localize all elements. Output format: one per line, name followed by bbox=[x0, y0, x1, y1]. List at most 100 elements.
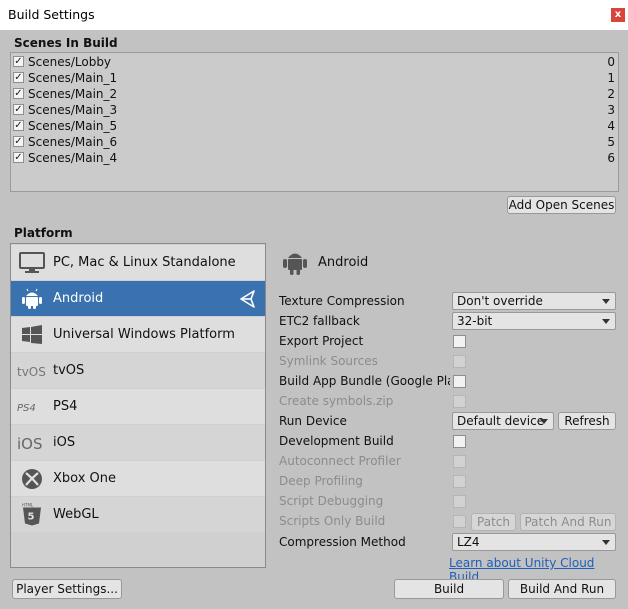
export-project-checkbox[interactable] bbox=[453, 335, 466, 348]
run-device-label: Run Device bbox=[279, 414, 347, 428]
etc2-fallback-label: ETC2 fallback bbox=[279, 314, 360, 328]
scripts-only-build-label: Scripts Only Build bbox=[279, 514, 386, 528]
refresh-button[interactable]: Refresh bbox=[558, 412, 616, 430]
scene-checkbox[interactable]: ✓ bbox=[13, 72, 24, 83]
platform-label: tvOS bbox=[53, 363, 85, 378]
monitor-icon bbox=[19, 252, 45, 273]
scene-name: Scenes/Main_3 bbox=[28, 103, 118, 117]
android-icon bbox=[22, 288, 42, 309]
script-debugging-label: Script Debugging bbox=[279, 494, 384, 508]
scene-name: Scenes/Main_2 bbox=[28, 87, 118, 101]
scene-row[interactable]: ✓ Scenes/Main_5 4 bbox=[11, 118, 618, 134]
scene-name: Scenes/Lobby bbox=[28, 55, 112, 69]
compression-method-value: LZ4 bbox=[457, 535, 480, 549]
compression-method-dropdown[interactable]: LZ4 bbox=[452, 533, 616, 551]
window-title: Build Settings bbox=[8, 7, 95, 22]
platform-item-ps4[interactable]: PS4 PS4 bbox=[11, 389, 265, 424]
etc2-fallback-value: 32-bit bbox=[457, 314, 493, 328]
scene-row[interactable]: ✓ Scenes/Main_4 6 bbox=[11, 150, 618, 166]
scene-index: 2 bbox=[607, 87, 615, 101]
tvos-icon: tvOS bbox=[17, 365, 46, 379]
platform-label: PS4 bbox=[53, 399, 78, 414]
scene-checkbox[interactable]: ✓ bbox=[13, 136, 24, 147]
xbox-icon bbox=[22, 469, 42, 489]
texture-compression-label: Texture Compression bbox=[279, 294, 405, 308]
scenes-header: Scenes In Build bbox=[14, 36, 118, 50]
platform-item-webgl[interactable]: HTML 5 WebGL bbox=[11, 497, 265, 532]
android-icon bbox=[283, 253, 307, 275]
autoconnect-profiler-checkbox bbox=[453, 455, 466, 468]
scene-row[interactable]: ✓ Scenes/Lobby 0 bbox=[11, 54, 618, 70]
scene-name: Scenes/Main_6 bbox=[28, 135, 118, 149]
scene-name: Scenes/Main_4 bbox=[28, 151, 118, 165]
export-project-label: Export Project bbox=[279, 334, 364, 348]
symlink-sources-label: Symlink Sources bbox=[279, 354, 378, 368]
add-open-scenes-button[interactable]: Add Open Scenes bbox=[507, 196, 616, 214]
create-symbols-checkbox bbox=[453, 395, 466, 408]
platform-item-android[interactable]: Android bbox=[11, 281, 265, 316]
svg-text:5: 5 bbox=[28, 512, 35, 523]
deep-profiling-checkbox bbox=[453, 475, 466, 488]
build-button[interactable]: Build bbox=[394, 579, 504, 599]
platform-header: Platform bbox=[14, 226, 73, 240]
windows-icon bbox=[22, 325, 42, 344]
platform-label: Xbox One bbox=[53, 471, 117, 486]
html5-icon: HTML 5 bbox=[22, 503, 41, 526]
scene-index: 3 bbox=[607, 103, 615, 117]
scene-name: Scenes/Main_1 bbox=[28, 71, 118, 85]
build-app-bundle-checkbox[interactable] bbox=[453, 375, 466, 388]
chevron-down-icon bbox=[602, 540, 610, 545]
platform-item-ios[interactable]: iOS iOS bbox=[11, 425, 265, 460]
chevron-down-icon bbox=[602, 299, 610, 304]
platform-item-xbox-one[interactable]: Xbox One bbox=[11, 461, 265, 496]
platform-item-standalone[interactable]: PC, Mac & Linux Standalone bbox=[11, 245, 265, 280]
platform-label: iOS bbox=[53, 435, 76, 450]
ios-icon: iOS bbox=[17, 435, 43, 453]
scene-checkbox[interactable]: ✓ bbox=[13, 152, 24, 163]
script-debugging-checkbox bbox=[453, 495, 466, 508]
platform-label: Universal Windows Platform bbox=[53, 327, 235, 342]
scene-checkbox[interactable]: ✓ bbox=[13, 88, 24, 99]
platform-label: PC, Mac & Linux Standalone bbox=[53, 255, 236, 270]
texture-compression-dropdown[interactable]: Don't override bbox=[452, 292, 616, 310]
run-device-dropdown[interactable]: Default device bbox=[452, 412, 554, 430]
player-settings-button[interactable]: Player Settings... bbox=[12, 579, 122, 599]
run-device-value: Default device bbox=[457, 414, 545, 428]
title-bar: Build Settings x bbox=[0, 0, 628, 30]
scripts-only-build-checkbox bbox=[453, 515, 466, 528]
scenes-list: ✓ Scenes/Lobby 0 ✓ Scenes/Main_1 1 ✓ Sce… bbox=[10, 52, 619, 192]
unity-logo-icon bbox=[240, 290, 255, 308]
build-and-run-button[interactable]: Build And Run bbox=[508, 579, 616, 599]
scene-row[interactable]: ✓ Scenes/Main_2 2 bbox=[11, 86, 618, 102]
platform-item-uwp[interactable]: Universal Windows Platform bbox=[11, 317, 265, 352]
development-build-checkbox[interactable] bbox=[453, 435, 466, 448]
symlink-sources-checkbox bbox=[453, 355, 466, 368]
patch-and-run-button: Patch And Run bbox=[520, 513, 616, 531]
close-button[interactable]: x bbox=[611, 8, 625, 22]
platform-list: PC, Mac & Linux Standalone Android Unive… bbox=[10, 243, 266, 568]
create-symbols-label: Create symbols.zip bbox=[279, 394, 394, 408]
platform-label: WebGL bbox=[53, 507, 99, 522]
development-build-label: Development Build bbox=[279, 434, 394, 448]
build-app-bundle-label: Build App Bundle (Google Play) bbox=[279, 374, 450, 388]
compression-method-label: Compression Method bbox=[279, 535, 406, 549]
svg-text:PS4: PS4 bbox=[17, 403, 36, 414]
etc2-fallback-dropdown[interactable]: 32-bit bbox=[452, 312, 616, 330]
scene-checkbox[interactable]: ✓ bbox=[13, 120, 24, 131]
chevron-down-icon bbox=[602, 319, 610, 324]
platform-label: Android bbox=[53, 291, 104, 306]
scene-index: 4 bbox=[607, 119, 615, 133]
scene-row[interactable]: ✓ Scenes/Main_1 1 bbox=[11, 70, 618, 86]
scene-checkbox[interactable]: ✓ bbox=[13, 104, 24, 115]
platform-item-tvos[interactable]: tvOS tvOS bbox=[11, 353, 265, 388]
scene-row[interactable]: ✓ Scenes/Main_6 5 bbox=[11, 134, 618, 150]
chevron-down-icon bbox=[540, 419, 548, 424]
svg-text:HTML: HTML bbox=[22, 503, 34, 508]
texture-compression-value: Don't override bbox=[457, 294, 543, 308]
patch-button: Patch bbox=[471, 513, 516, 531]
scene-index: 1 bbox=[607, 71, 615, 85]
scene-row[interactable]: ✓ Scenes/Main_3 3 bbox=[11, 102, 618, 118]
scene-checkbox[interactable]: ✓ bbox=[13, 56, 24, 67]
svg-text:tvOS: tvOS bbox=[17, 365, 46, 379]
svg-text:iOS: iOS bbox=[17, 435, 43, 453]
